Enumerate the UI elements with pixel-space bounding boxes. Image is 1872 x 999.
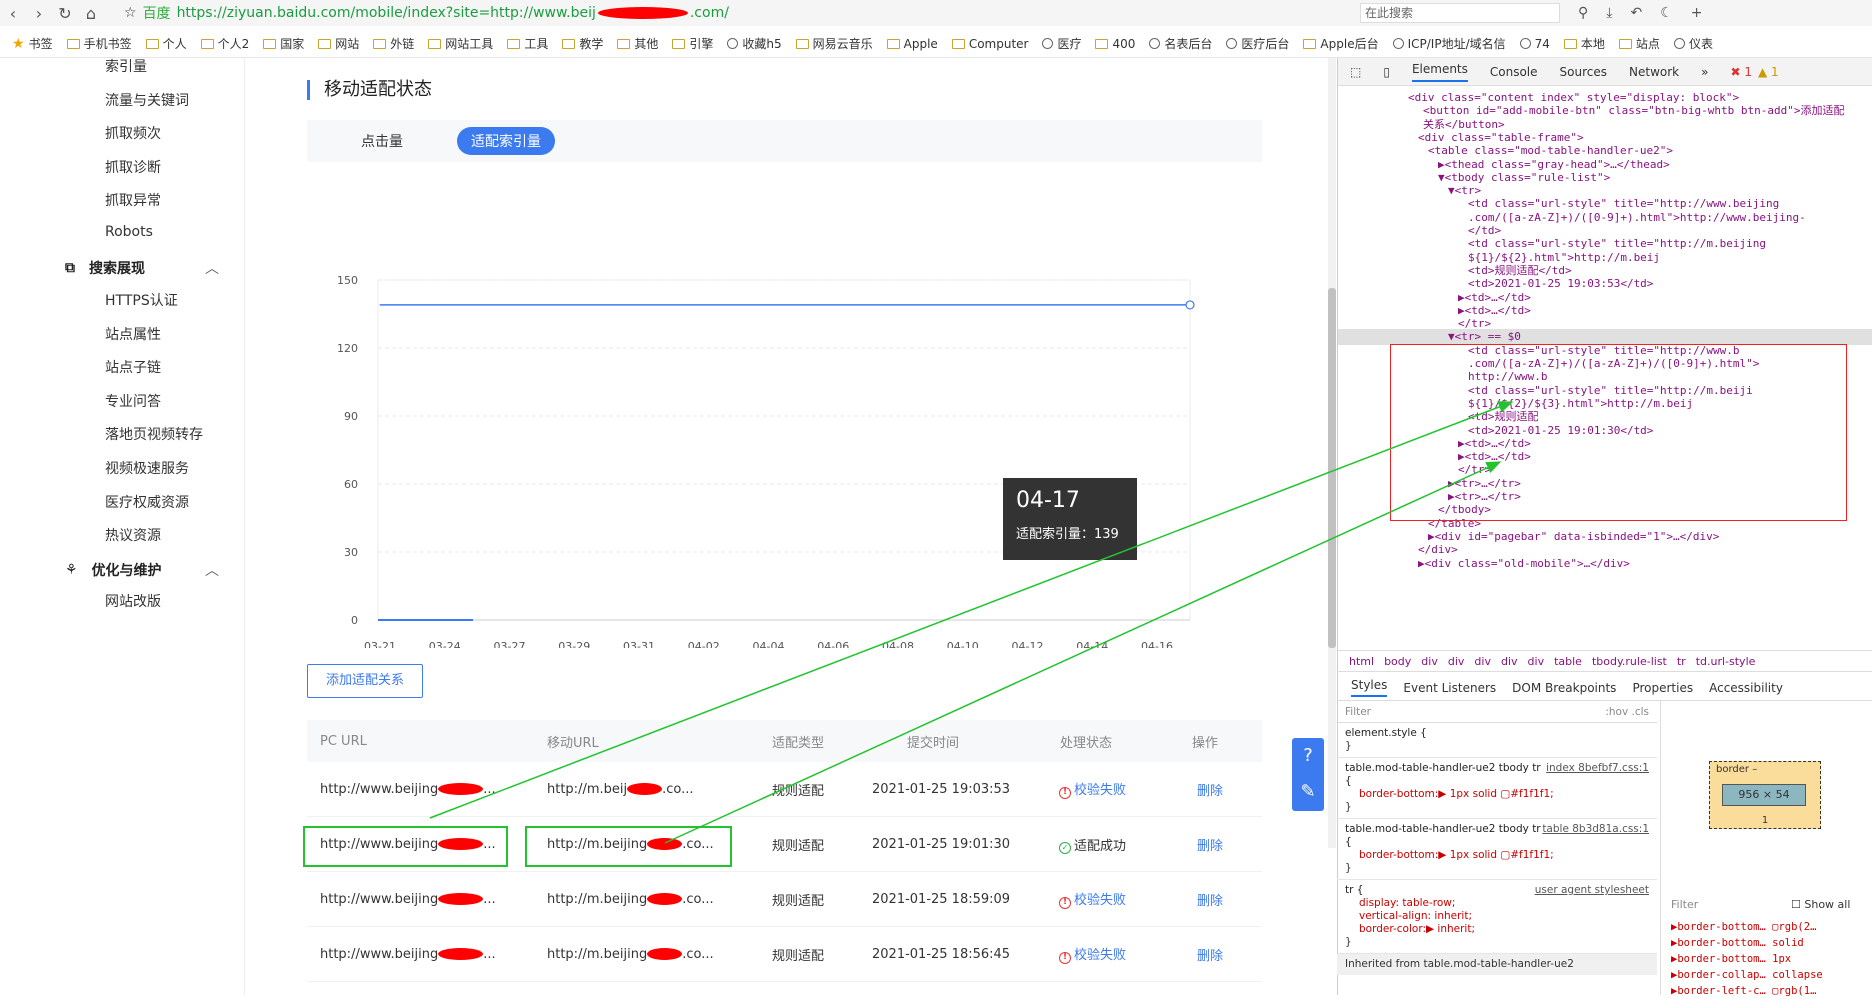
annotation-arrows — [429, 401, 1514, 844]
arrow-pc — [429, 401, 1514, 819]
arrow-mobile — [664, 461, 1502, 844]
